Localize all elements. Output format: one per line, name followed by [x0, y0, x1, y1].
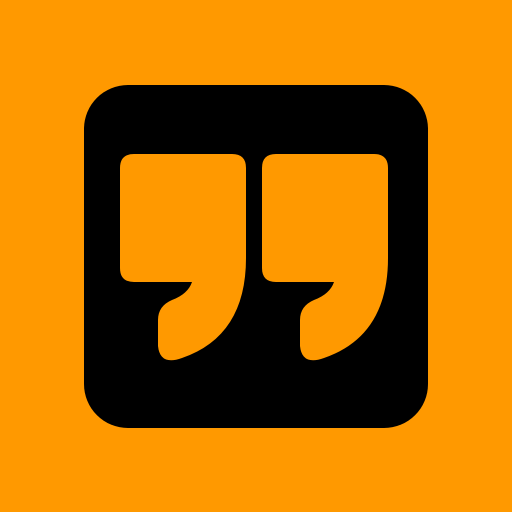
quote-icon: [0, 0, 512, 512]
app-icon-canvas: [0, 0, 512, 512]
